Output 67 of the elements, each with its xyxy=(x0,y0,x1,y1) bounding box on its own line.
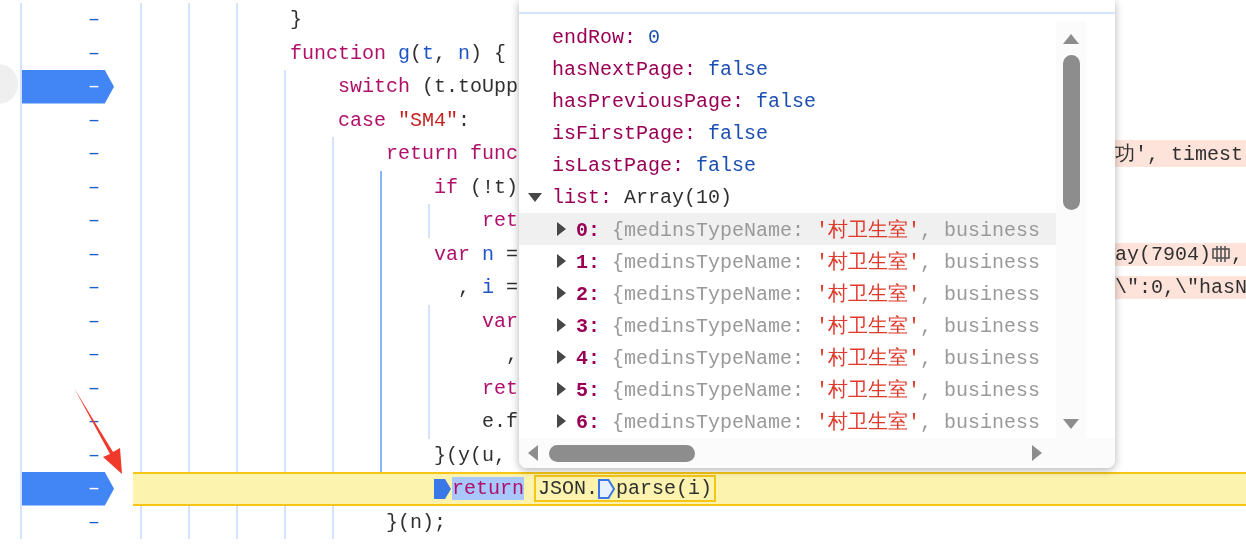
property-text: isLastPage: false xyxy=(552,153,757,177)
expand-triangle-icon[interactable] xyxy=(554,382,568,396)
line-number[interactable]: – xyxy=(22,304,114,338)
list-item-text[interactable]: 3: {medinsTypeName: '村卫生室', business xyxy=(576,311,1041,339)
code-text: , xyxy=(506,343,518,367)
code-text: case "SM4": xyxy=(338,108,471,132)
line-number[interactable]: – xyxy=(22,3,114,37)
expand-triangle-icon[interactable] xyxy=(554,318,568,332)
property-text: hasPreviousPage: false xyxy=(552,89,817,113)
list-item-text[interactable]: 1: {medinsTypeName: '村卫生室', business xyxy=(576,247,1041,275)
line-number[interactable]: – xyxy=(22,371,114,405)
code-text: if (!t) xyxy=(434,175,519,199)
execution-pointer-icon xyxy=(434,478,452,499)
line-number[interactable]: – xyxy=(22,170,114,204)
list-item-text[interactable]: 4: {medinsTypeName: '村卫生室', business xyxy=(576,343,1041,371)
code-text: JSON. xyxy=(538,477,599,501)
code-text: parse(i) xyxy=(616,477,713,501)
list-item-text[interactable]: 5: {medinsTypeName: '村卫生室', business xyxy=(576,375,1041,403)
list-item-text[interactable]: 2: {medinsTypeName: '村卫生室', business xyxy=(576,279,1041,307)
code-text: var n = xyxy=(434,242,519,266)
line-number[interactable]: – xyxy=(22,438,114,472)
line-number[interactable]: – xyxy=(22,103,114,137)
property-text: hasNextPage: false xyxy=(552,57,769,81)
property-text: endRow: 0 xyxy=(552,25,661,49)
step-marker-icon[interactable] xyxy=(598,478,617,499)
expand-triangle-icon[interactable] xyxy=(554,350,568,364)
line-number[interactable]: – xyxy=(22,505,114,539)
code-text: } xyxy=(290,8,302,32)
code-text: }(n); xyxy=(386,510,446,534)
line-number[interactable]: – xyxy=(22,237,114,271)
property-text: list: Array(10) xyxy=(552,185,733,209)
property-text: isFirstPage: false xyxy=(552,121,769,145)
memory-icon[interactable] xyxy=(1211,245,1231,264)
line-number[interactable]: – xyxy=(22,137,114,171)
scrollbar-thumb[interactable] xyxy=(549,444,695,462)
expand-triangle-icon[interactable] xyxy=(554,254,568,268)
code-text: , xyxy=(1231,242,1244,266)
expand-triangle-icon[interactable] xyxy=(554,414,568,428)
breakpoint-marker[interactable]: – xyxy=(22,472,114,506)
code-text: , i = xyxy=(458,276,519,300)
breakpoint-marker[interactable]: – xyxy=(22,70,114,104)
list-item-text[interactable]: 0: {medinsTypeName: '村卫生室', business xyxy=(576,215,1041,243)
scroll-right-arrow[interactable] xyxy=(1031,444,1043,462)
code-text: ay(7904) xyxy=(1115,242,1211,266)
expand-triangle-icon[interactable] xyxy=(554,222,568,236)
code-text: 功', timest xyxy=(1115,142,1244,168)
scroll-left-arrow[interactable] xyxy=(527,444,539,462)
code-text: e.f xyxy=(482,410,518,434)
code-text: return xyxy=(452,477,524,501)
scrollbar-thumb[interactable] xyxy=(1062,55,1080,210)
collapse-triangle-icon[interactable] xyxy=(528,190,542,204)
line-number[interactable]: – xyxy=(22,36,114,70)
code-text: }(y(u, xyxy=(434,443,506,467)
code-text: ret xyxy=(482,376,518,400)
code-text: \":0,\"hasN xyxy=(1115,276,1246,300)
scroll-up-arrow[interactable] xyxy=(1062,33,1080,45)
code-text: function g(t, n) { xyxy=(290,41,507,65)
line-number[interactable]: – xyxy=(22,204,114,238)
line-number[interactable]: – xyxy=(22,271,114,305)
scroll-down-arrow[interactable] xyxy=(1062,418,1080,430)
code-text: switch (t.toUpp xyxy=(338,75,519,99)
code-text: return func xyxy=(386,142,519,166)
code-text: var xyxy=(482,309,518,333)
line-number[interactable]: – xyxy=(22,338,114,372)
list-item-text[interactable]: 6: {medinsTypeName: '村卫生室', business xyxy=(576,407,1041,435)
code-text: ret xyxy=(482,209,518,233)
expand-triangle-icon[interactable] xyxy=(554,286,568,300)
